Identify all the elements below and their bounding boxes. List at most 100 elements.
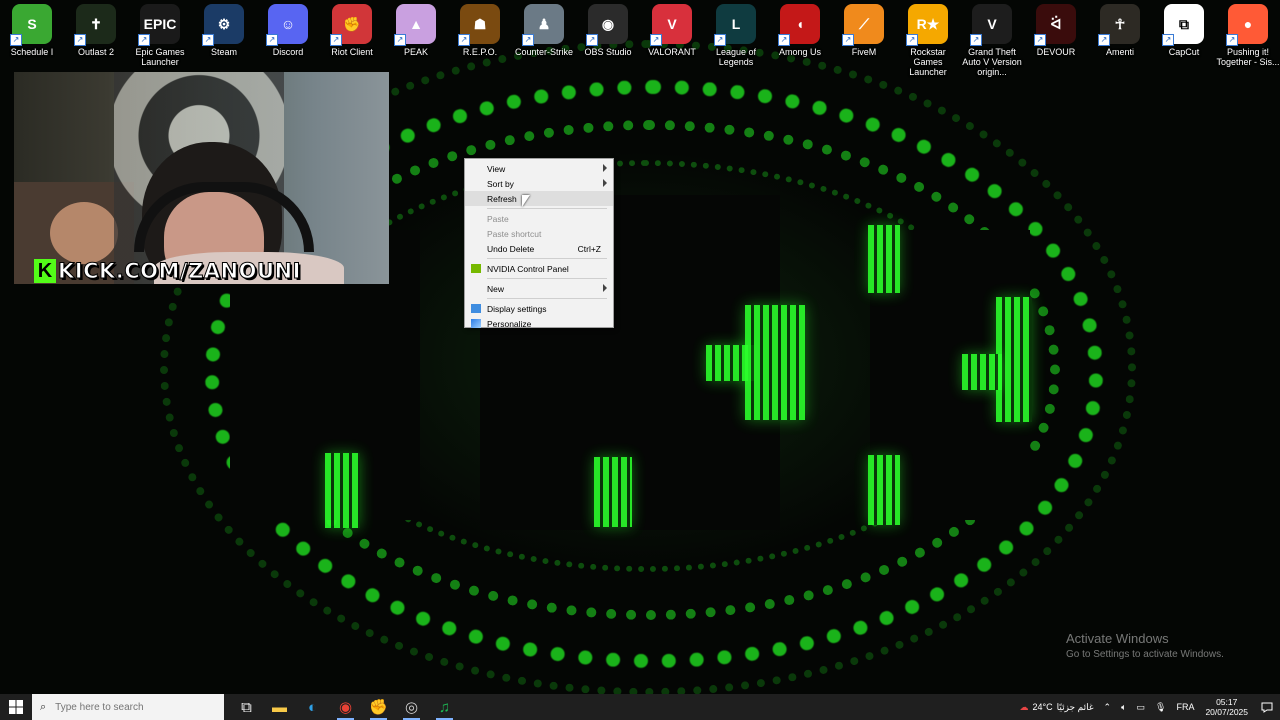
chrome-icon: ◉ [338, 699, 353, 716]
desktop-icon[interactable]: ᐛ ↗ DEVOUR [1024, 4, 1088, 57]
menu-item-sort-by[interactable]: Sort by [465, 176, 613, 191]
desktop-icon[interactable]: R★ ↗ Rockstar Games Launcher [896, 4, 960, 77]
desktop-icon-label: Rockstar Games Launcher [909, 47, 947, 77]
shortcut-arrow-icon: ↗ [970, 34, 982, 46]
icon-holder: ▲ ↗ [394, 4, 436, 46]
desktop-icon-label: Grand Theft Auto V Version origin... [962, 47, 1022, 77]
shortcut-arrow-icon: ↗ [138, 34, 150, 46]
menu-item-new[interactable]: New [465, 281, 613, 296]
icon-holder: S ↗ [10, 4, 52, 46]
menu-item-label: View [487, 163, 506, 174]
menu-item-paste: Paste [465, 211, 613, 226]
wallpaper-glyph [325, 453, 360, 528]
volume-icon[interactable]: 🔈︎ [1116, 694, 1131, 720]
desktop-icon[interactable]: ☺ ↗ Discord [256, 4, 320, 57]
obs-taskbar-button[interactable]: ◎ [395, 694, 428, 720]
desktop-icon[interactable]: ☥ ↗ Amenti [1088, 4, 1152, 57]
kick-banner: K KICK.COM/ZANOUNI [34, 258, 301, 284]
menu-item-label: New [487, 283, 505, 294]
icon-holder: R★ ↗ [906, 4, 948, 46]
desktop-icon[interactable]: ♟ ↗ Counter-Strike [512, 4, 576, 57]
shortcut-arrow-icon: ↗ [1162, 34, 1174, 46]
desktop-icon[interactable]: ⚙ ↗ Steam [192, 4, 256, 57]
shortcut-arrow-icon: ↗ [1226, 34, 1238, 46]
icon-holder: L ↗ [714, 4, 756, 46]
desktop-icon[interactable]: ⧉ ↗ CapCut [1152, 4, 1216, 57]
icon-holder: ᐛ ↗ [1034, 4, 1076, 46]
language-indicator[interactable]: FRA [1171, 694, 1199, 720]
desktop-context-menu: View Sort by Refresh Paste Paste shortcut Und… [464, 158, 614, 331]
start-button[interactable] [0, 694, 32, 720]
webcam-overlay: K KICK.COM/ZANOUNI [14, 72, 389, 284]
desktop-icon[interactable]: ✊ ↗ Riot Client [320, 4, 384, 57]
file-explorer-taskbar-button[interactable]: ▬ [263, 694, 296, 720]
weather-icon: ☁ [1019, 701, 1029, 712]
menu-item-label: Paste [487, 213, 509, 224]
icon-holder: ⟋ ↗ [842, 4, 884, 46]
spotify-icon: ♫ [438, 698, 451, 716]
shortcut-arrow-icon: ↗ [458, 34, 470, 46]
menu-separator [487, 298, 607, 299]
desktop-icon[interactable]: EPIC ↗ Epic Games Launcher [128, 4, 192, 67]
desktop-icon[interactable]: ☗ ↗ R.E.P.O. [448, 4, 512, 57]
menu-item-personalize[interactable]: Personalize [465, 316, 613, 331]
icon-holder: ☗ ↗ [458, 4, 500, 46]
desktop-icon-label: League of Legends [715, 47, 757, 67]
desktop-icon[interactable]: S ↗ Schedule I [0, 4, 64, 57]
desktop-icon[interactable]: V ↗ Grand Theft Auto V Version origin... [960, 4, 1024, 77]
menu-item-nvidia-control-panel[interactable]: NVIDIA Control Panel [465, 261, 613, 276]
shortcut-arrow-icon: ↗ [586, 34, 598, 46]
icon-holder: ◉ ↗ [586, 4, 628, 46]
edge-taskbar-button[interactable]: ◐ [296, 694, 329, 720]
mouse-cursor-icon [522, 195, 530, 207]
taskbar-search-box[interactable]: ⌕ [32, 694, 224, 720]
icon-holder: V ↗ [970, 4, 1012, 46]
shortcut-arrow-icon: ↗ [202, 34, 214, 46]
webcam-plush [50, 202, 118, 264]
menu-item-view[interactable]: View [465, 161, 613, 176]
menu-item-refresh[interactable]: Refresh [465, 191, 613, 206]
activate-title: Activate Windows [1066, 631, 1169, 646]
desktop-icon-label: Among Us [778, 47, 822, 57]
desktop-icon[interactable]: V ↗ VALORANT [640, 4, 704, 57]
activate-subtitle: Go to Settings to activate Windows. [1066, 649, 1224, 660]
wallpaper-glyph [745, 305, 805, 420]
weather-widget[interactable]: ☁ 24°C غائم جزئيًا [1015, 694, 1099, 720]
riot-taskbar-button[interactable]: ✊ [362, 694, 395, 720]
menu-item-display-settings[interactable]: Display settings [465, 301, 613, 316]
search-input[interactable] [53, 700, 208, 714]
microphone-icon[interactable]: 🎙︎ [1150, 694, 1171, 720]
menu-item-label: NVIDIA Control Panel [487, 263, 569, 274]
icon-holder: ✝ ↗ [74, 4, 116, 46]
task-view-taskbar-button[interactable]: ⧉ [230, 694, 263, 720]
desktop-icon[interactable]: ◉ ↗ OBS Studio [576, 4, 640, 57]
menu-item-label: Personalize [487, 318, 532, 329]
desktop-icon[interactable]: ● ↗ Pushing it! Together - Sis... [1216, 4, 1280, 67]
shortcut-arrow-icon: ↗ [650, 34, 662, 46]
notification-center-icon[interactable] [1254, 694, 1280, 720]
tray-overflow-chevron-icon[interactable]: ⌃ [1099, 694, 1117, 720]
desktop-icon-label: Pushing it! Together - Sis... [1216, 47, 1280, 67]
wallpaper-glyph [962, 354, 1002, 390]
display-icon [471, 304, 481, 313]
taskbar-clock[interactable]: 05:17 20/07/2025 [1199, 697, 1254, 717]
desktop-icon[interactable]: ⟋ ↗ FiveM [832, 4, 896, 57]
kick-url-text: KICK.COM/ZANOUNI [58, 259, 301, 284]
spotify-taskbar-button[interactable]: ♫ [428, 694, 461, 720]
desktop-icon[interactable]: L ↗ League of Legends [704, 4, 768, 67]
menu-item-label: Display settings [487, 303, 547, 314]
chrome-taskbar-button[interactable]: ◉ [329, 694, 362, 720]
desktop-icon[interactable]: ◖ ↗ Among Us [768, 4, 832, 57]
shortcut-arrow-icon: ↗ [714, 34, 726, 46]
wallpaper-glyph [594, 457, 632, 527]
clock-date: 20/07/2025 [1205, 707, 1248, 717]
edge-icon: ◐ [307, 698, 318, 716]
desktop-icon-label: OBS Studio [584, 47, 632, 57]
desktop-icon[interactable]: ✝ ↗ Outlast 2 [64, 4, 128, 57]
network-icon[interactable]: ▭ [1132, 694, 1151, 720]
icon-holder: ☥ ↗ [1098, 4, 1140, 46]
icon-holder: ☺ ↗ [266, 4, 308, 46]
desktop-icon[interactable]: ▲ ↗ PEAK [384, 4, 448, 57]
menu-item-undo-delete[interactable]: Undo Delete Ctrl+Z [465, 241, 613, 256]
desktop-icon-label: Schedule I [10, 47, 54, 57]
